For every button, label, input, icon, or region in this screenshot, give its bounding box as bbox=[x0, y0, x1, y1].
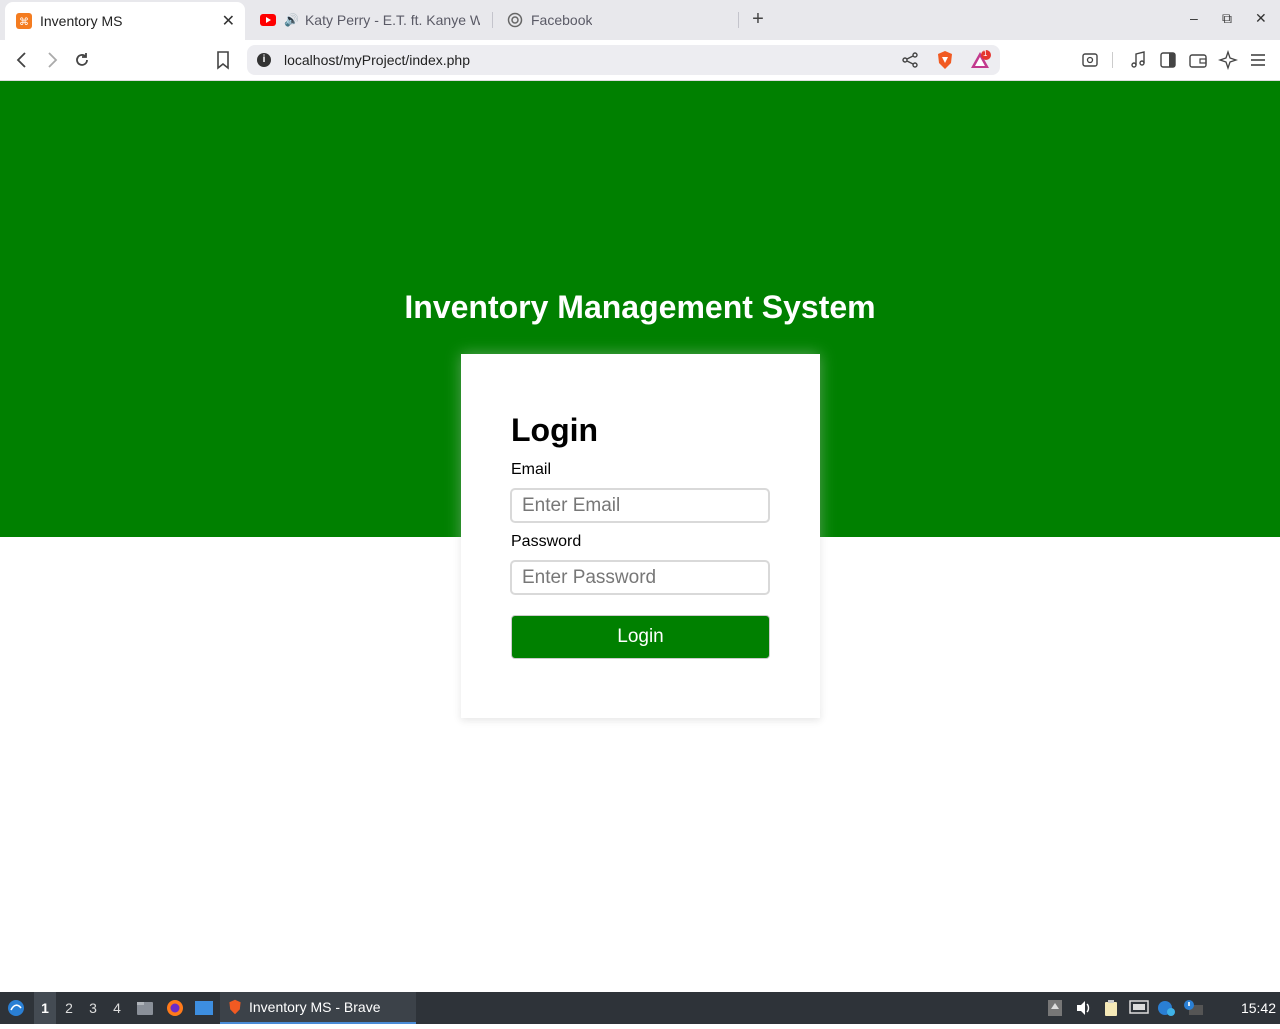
globe-loading-icon bbox=[507, 12, 523, 28]
browser-toolbar: i localhost/myProject/index.php 1 bbox=[0, 40, 1280, 81]
workspace-1[interactable]: 1 bbox=[34, 992, 56, 1024]
tab-separator bbox=[492, 12, 493, 28]
desktop-icon bbox=[195, 1001, 213, 1015]
tab-search-icon[interactable] bbox=[1080, 50, 1100, 70]
update-notifier-icon[interactable] bbox=[1157, 1000, 1175, 1016]
workspace-2[interactable]: 2 bbox=[58, 992, 80, 1024]
toolbar-divider bbox=[1112, 52, 1113, 68]
tab-facebook[interactable]: Facebook bbox=[507, 0, 727, 40]
xampp-favicon-icon: ⌘ bbox=[16, 13, 32, 29]
clock: 15:42 bbox=[1240, 1000, 1276, 1016]
workspace-4[interactable]: 4 bbox=[106, 992, 128, 1024]
audio-playing-icon[interactable]: 🔊 bbox=[284, 13, 299, 27]
login-card: Login Email Password Login bbox=[461, 354, 820, 718]
browser-tab-strip: ⌘ Inventory MS ✕ 🔊 Katy Perry - E.T. ft.… bbox=[0, 0, 1280, 40]
leo-ai-icon[interactable] bbox=[1217, 49, 1239, 71]
tab-separator bbox=[738, 12, 739, 28]
back-arrow-icon bbox=[16, 52, 26, 68]
notification-icon[interactable] bbox=[1183, 1000, 1203, 1016]
workspace-3[interactable]: 3 bbox=[82, 992, 104, 1024]
brave-rewards-icon[interactable]: 1 bbox=[970, 49, 992, 70]
site-info-icon[interactable]: i bbox=[257, 53, 271, 67]
sidebar-toggle-icon[interactable] bbox=[1158, 50, 1178, 70]
restore-button[interactable]: ⧉ bbox=[1222, 10, 1232, 27]
brave-browser-icon bbox=[229, 999, 241, 1015]
forward-button[interactable] bbox=[42, 50, 62, 70]
firefox-icon bbox=[167, 1000, 183, 1016]
youtube-favicon-icon bbox=[260, 14, 276, 26]
forward-arrow-icon bbox=[48, 52, 58, 68]
tab-label: Katy Perry - E.T. ft. Kanye W bbox=[304, 12, 480, 28]
tab-label: Inventory MS bbox=[40, 13, 123, 29]
folder-icon bbox=[137, 1002, 153, 1015]
login-heading: Login bbox=[511, 412, 599, 448]
reload-icon bbox=[76, 53, 88, 66]
file-manager-launcher[interactable] bbox=[134, 992, 156, 1024]
close-tab-icon[interactable]: ✕ bbox=[222, 11, 235, 31]
bookmark-button[interactable] bbox=[213, 50, 233, 70]
taskbar-window-title: Inventory MS - Brave bbox=[249, 999, 381, 1015]
tray-updates-icon[interactable] bbox=[1047, 1000, 1065, 1016]
tab-label: Facebook bbox=[531, 12, 593, 28]
firefox-launcher[interactable] bbox=[164, 992, 186, 1024]
email-label: Email bbox=[511, 461, 552, 478]
media-music-icon[interactable] bbox=[1128, 50, 1148, 70]
taskbar-window-brave[interactable]: Inventory MS - Brave bbox=[220, 992, 416, 1024]
wallet-icon[interactable] bbox=[1188, 50, 1208, 70]
password-label: Password bbox=[511, 533, 582, 550]
new-tab-button[interactable]: + bbox=[748, 8, 768, 32]
clipboard-icon[interactable] bbox=[1103, 1000, 1121, 1016]
network-icon[interactable] bbox=[1129, 1000, 1149, 1016]
tab-youtube[interactable]: 🔊 Katy Perry - E.T. ft. Kanye W bbox=[260, 0, 480, 40]
back-button[interactable] bbox=[12, 50, 32, 70]
menu-hamburger-icon[interactable] bbox=[1248, 50, 1268, 70]
login-button[interactable]: Login bbox=[511, 615, 770, 659]
email-field[interactable] bbox=[510, 488, 770, 523]
start-menu-button[interactable] bbox=[4, 992, 28, 1024]
web-page: Inventory Management System Login Email … bbox=[0, 81, 1280, 992]
start-menu-icon bbox=[8, 1000, 24, 1016]
address-bar[interactable]: i localhost/myProject/index.php 1 bbox=[247, 45, 1000, 75]
os-taskbar: 1 2 3 4 Inventory MS - Brave 15:42 bbox=[0, 992, 1280, 1024]
share-icon[interactable] bbox=[900, 50, 920, 70]
volume-icon[interactable] bbox=[1075, 1000, 1093, 1016]
rewards-badge: 1 bbox=[983, 49, 988, 58]
bookmark-icon bbox=[217, 51, 229, 70]
brave-shields-icon[interactable] bbox=[935, 50, 955, 70]
svg-text:⌘: ⌘ bbox=[19, 17, 29, 28]
tab-inventory-ms[interactable]: ⌘ Inventory MS ✕ bbox=[5, 2, 245, 40]
desktop-launcher[interactable] bbox=[193, 992, 215, 1024]
url-text[interactable]: localhost/myProject/index.php bbox=[284, 52, 470, 68]
reload-button[interactable] bbox=[72, 50, 92, 70]
close-window-button[interactable]: ✕ bbox=[1255, 10, 1267, 27]
minimize-button[interactable]: – bbox=[1190, 10, 1198, 26]
password-field[interactable] bbox=[510, 560, 770, 595]
page-title: Inventory Management System bbox=[404, 289, 876, 325]
